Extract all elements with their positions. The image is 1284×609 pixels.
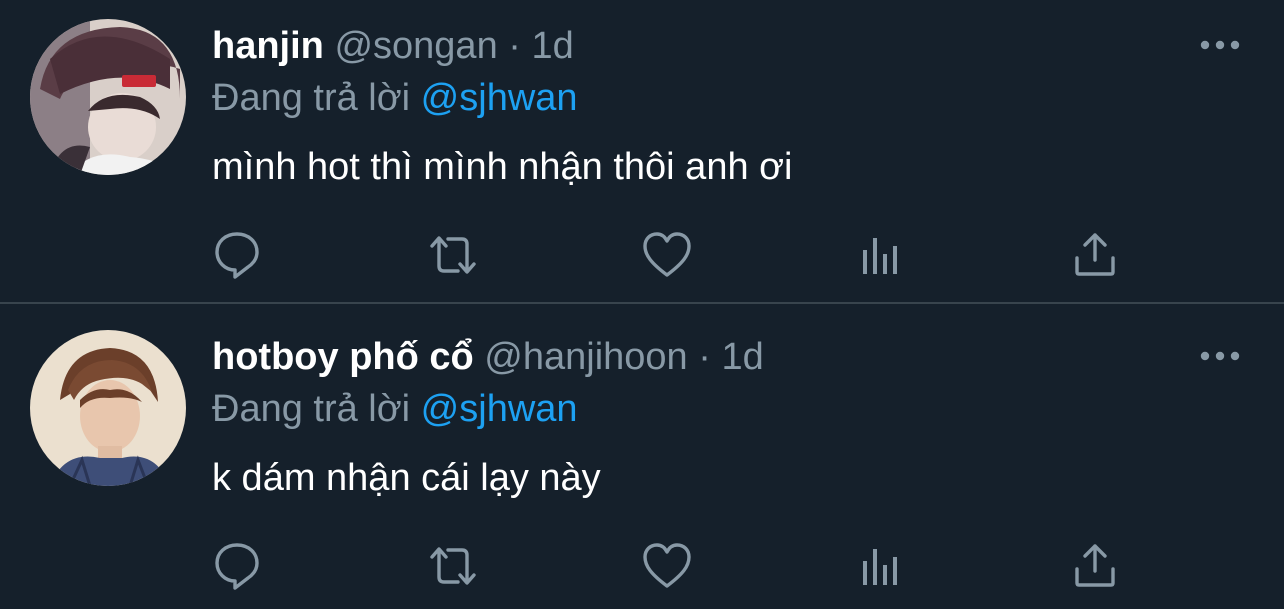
avatar-image: [30, 19, 186, 175]
separator-dot: ·: [698, 336, 711, 378]
replying-to-label: Đang trả lời: [212, 77, 411, 119]
heart-icon[interactable]: [640, 228, 694, 282]
avatar-image: [30, 330, 186, 486]
tweet-actions: [0, 228, 1284, 282]
display-name[interactable]: hanjin: [212, 25, 324, 67]
analytics-icon[interactable]: [855, 539, 909, 593]
reply-bubble-icon[interactable]: [210, 539, 264, 593]
tweet-header: hanjin @songan · 1d: [212, 22, 574, 70]
retweet-icon[interactable]: [426, 539, 480, 593]
timestamp[interactable]: 1d: [531, 25, 573, 67]
tweet-text: mình hot thì mình nhận thôi anh ơi: [212, 146, 793, 188]
tweet[interactable]: hanjin @songan · 1d Đang trả lời @sjhwan…: [0, 0, 1284, 303]
reply-mention-link[interactable]: @sjhwan: [421, 388, 578, 430]
display-name[interactable]: hotboy phố cổ: [212, 336, 474, 378]
tweet-actions: [0, 539, 1284, 593]
user-handle[interactable]: @hanjihoon: [484, 336, 687, 378]
reply-mention-link[interactable]: @sjhwan: [421, 77, 578, 119]
more-horizontal-icon[interactable]: [1198, 34, 1242, 56]
tweet[interactable]: hotboy phố cổ @hanjihoon · 1d Đang trả l…: [0, 305, 1284, 609]
tweet-divider: [0, 302, 1284, 304]
timestamp[interactable]: 1d: [721, 336, 763, 378]
tweet-feed: hanjin @songan · 1d Đang trả lời @sjhwan…: [0, 0, 1284, 609]
replying-to-label: Đang trả lời: [212, 388, 411, 430]
share-icon[interactable]: [1068, 228, 1122, 282]
retweet-icon[interactable]: [426, 228, 480, 282]
heart-icon[interactable]: [640, 539, 694, 593]
avatar[interactable]: [30, 330, 186, 486]
replying-to: Đang trả lời @sjhwan: [212, 74, 578, 122]
avatar[interactable]: [30, 19, 186, 175]
user-handle[interactable]: @songan: [334, 25, 497, 67]
reply-bubble-icon[interactable]: [210, 228, 264, 282]
tweet-text: k dám nhận cái lạy này: [212, 457, 601, 499]
analytics-icon[interactable]: [855, 228, 909, 282]
tweet-header: hotboy phố cổ @hanjihoon · 1d: [212, 333, 764, 381]
more-horizontal-icon[interactable]: [1198, 345, 1242, 367]
replying-to: Đang trả lời @sjhwan: [212, 385, 578, 433]
separator-dot: ·: [508, 25, 521, 67]
share-icon[interactable]: [1068, 539, 1122, 593]
